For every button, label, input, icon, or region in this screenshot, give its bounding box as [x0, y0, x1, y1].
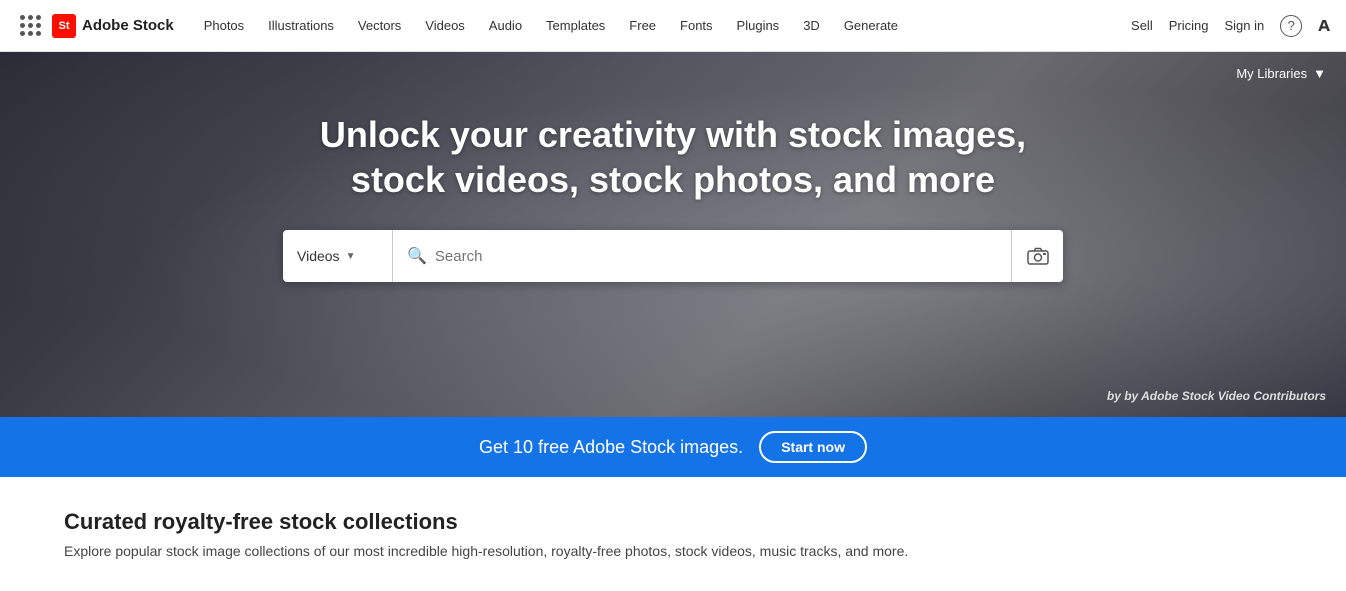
promo-text: Get 10 free Adobe Stock images. — [479, 437, 743, 458]
navbar: St Adobe Stock Photos Illustrations Vect… — [0, 0, 1346, 52]
nav-links: Photos Illustrations Vectors Videos Audi… — [194, 14, 1131, 37]
promo-banner: Get 10 free Adobe Stock images. Start no… — [0, 417, 1346, 477]
nav-photos[interactable]: Photos — [194, 14, 254, 37]
nav-templates[interactable]: Templates — [536, 14, 615, 37]
start-now-button[interactable]: Start now — [759, 431, 867, 463]
nav-vectors[interactable]: Vectors — [348, 14, 411, 37]
hero-attribution: by by Adobe Stock Video Contributors — [1107, 389, 1326, 403]
hero-section: My Libraries ▼ Unlock your creativity wi… — [0, 52, 1346, 417]
my-libraries-button[interactable]: My Libraries ▼ — [1236, 66, 1326, 81]
nav-3d[interactable]: 3D — [793, 14, 830, 37]
my-libraries-label: My Libraries — [1236, 66, 1307, 81]
attribution-text: by Adobe Stock Video Contributors — [1124, 389, 1326, 403]
adobe-stock-logo[interactable]: St Adobe Stock — [52, 14, 174, 38]
search-input-wrap: 🔍 — [393, 246, 1011, 266]
nav-illustrations[interactable]: Illustrations — [258, 14, 344, 37]
nav-generate[interactable]: Generate — [834, 14, 908, 37]
hero-content: Unlock your creativity with stock images… — [0, 52, 1346, 282]
nav-fonts[interactable]: Fonts — [670, 14, 723, 37]
apps-grid-icon[interactable] — [16, 12, 44, 40]
nav-right: Sell Pricing Sign in ? ᴀ — [1131, 14, 1330, 37]
attribution-prefix: by — [1107, 389, 1124, 403]
collections-title: Curated royalty-free stock collections — [64, 509, 1282, 535]
search-input[interactable] — [435, 248, 997, 265]
nav-audio[interactable]: Audio — [479, 14, 532, 37]
logo-text: Adobe Stock — [82, 17, 174, 34]
nav-sign-in[interactable]: Sign in — [1224, 18, 1264, 33]
adobe-icon[interactable]: ᴀ — [1318, 14, 1330, 37]
help-icon[interactable]: ? — [1280, 15, 1302, 37]
nav-videos[interactable]: Videos — [415, 14, 475, 37]
nav-pricing[interactable]: Pricing — [1169, 18, 1209, 33]
nav-plugins[interactable]: Plugins — [727, 14, 790, 37]
nav-sell[interactable]: Sell — [1131, 18, 1153, 33]
search-bar: Videos ▼ 🔍 — [283, 230, 1063, 282]
dropdown-arrow-icon: ▼ — [346, 251, 356, 262]
search-category-label: Videos — [297, 248, 340, 264]
hero-title: Unlock your creativity with stock images… — [320, 112, 1026, 202]
my-libraries-chevron: ▼ — [1313, 66, 1326, 81]
search-category-dropdown[interactable]: Videos ▼ — [283, 230, 393, 282]
nav-free[interactable]: Free — [619, 14, 666, 37]
logo-badge: St — [52, 14, 76, 38]
bottom-section: Curated royalty-free stock collections E… — [0, 477, 1346, 591]
search-magnifier-icon: 🔍 — [407, 246, 427, 266]
visual-search-icon[interactable] — [1011, 230, 1063, 282]
